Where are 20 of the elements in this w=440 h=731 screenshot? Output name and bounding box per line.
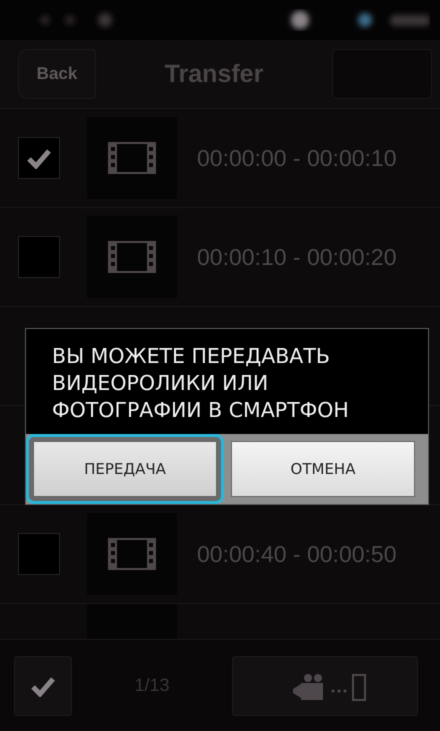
time-range: 00:00:40 - 00:00:50 <box>197 540 396 568</box>
video-thumbnail[interactable] <box>87 117 177 199</box>
transfer-button[interactable] <box>232 656 418 716</box>
film-icon <box>108 142 156 174</box>
checkbox[interactable] <box>18 137 60 179</box>
video-thumbnail[interactable] <box>87 216 177 298</box>
time-range: 00:00:00 - 00:00:10 <box>197 144 396 172</box>
dialog-button[interactable]: ПЕРЕДАЧА <box>33 441 217 497</box>
film-icon <box>108 241 156 273</box>
check-icon <box>30 674 56 696</box>
dialog-message: ВЫ МОЖЕТЕ ПЕРЕДАВАТЬ ВИДЕОРОЛИКИ ИЛИ ФОТОГРАФИИ В СМАРТФОН <box>51 343 350 424</box>
time-range: 00:00:10 - 00:00:20 <box>197 244 396 270</box>
checkbox[interactable] <box>18 236 60 278</box>
check-icon <box>26 147 52 169</box>
film-icon <box>108 538 156 570</box>
screen-title: Transfer <box>164 60 264 88</box>
video-thumbnail[interactable] <box>87 513 177 595</box>
checkbox[interactable] <box>18 533 60 575</box>
dialog-button[interactable]: ОТМЕНА <box>231 441 415 497</box>
select-all-button[interactable] <box>14 656 72 716</box>
